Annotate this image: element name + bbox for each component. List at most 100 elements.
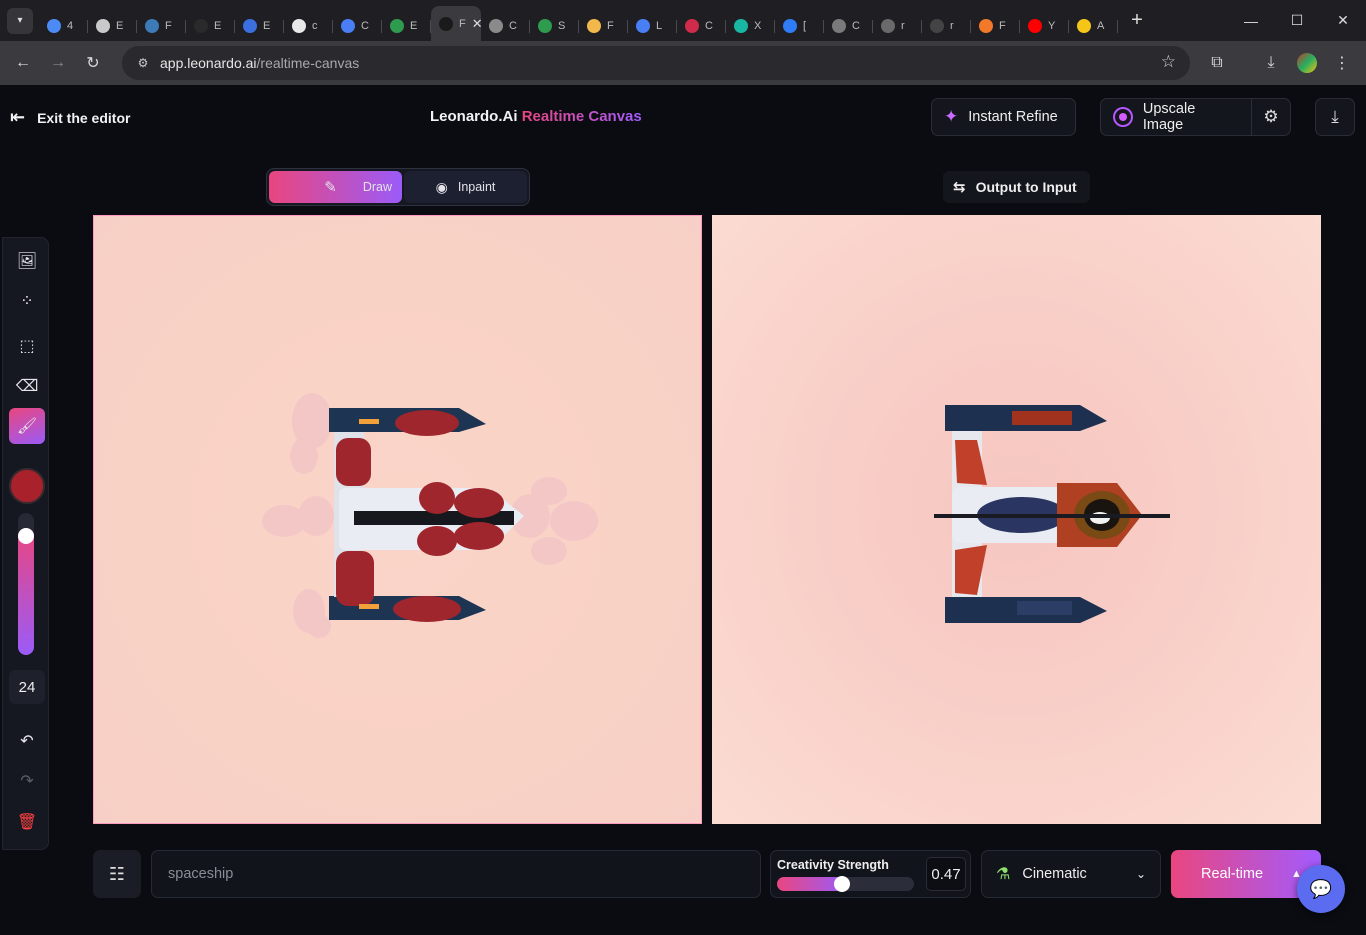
tab-title: C (852, 20, 860, 32)
inpaint-mode-tab[interactable]: ◉ Inpaint (404, 171, 527, 203)
browser-tab[interactable]: A (1069, 11, 1118, 41)
tab-title: E (214, 20, 222, 32)
select-box-icon: ⬚ (19, 338, 35, 355)
instant-refine-button[interactable]: ✦ Instant Refine (931, 98, 1076, 136)
creativity-strength-value[interactable]: 0.47 (926, 857, 966, 891)
brush-size-slider-fill (18, 528, 34, 655)
maximize-button[interactable]: ☐ (1274, 0, 1320, 41)
browser-tab[interactable]: E (382, 11, 431, 41)
address-bar[interactable]: ⚙ app.leonardo.ai/realtime-canvas ☆ (122, 46, 1190, 80)
exit-editor-button[interactable]: ⇤ Exit the editor (10, 107, 130, 128)
browser-tab[interactable]: E (88, 11, 137, 41)
support-chat-button[interactable]: 💬 (1297, 865, 1345, 913)
mode-switch: ✎ Draw ◉ Inpaint (266, 168, 530, 206)
chevron-down-icon: ▾ (17, 15, 23, 26)
browser-tab[interactable]: 4 (39, 11, 88, 41)
brush-size-slider-knob[interactable] (18, 528, 34, 545)
tab-favicon-icon (47, 19, 61, 33)
browser-tab[interactable]: S (530, 11, 579, 41)
reload-button[interactable]: ↻ (77, 47, 109, 79)
browser-menu-button[interactable]: ⋮ (1326, 47, 1358, 79)
browser-tab[interactable]: r (873, 11, 922, 41)
forward-button[interactable]: → (42, 47, 74, 79)
tab-title: X (754, 20, 762, 32)
site-info-icon[interactable]: ⚙ (130, 50, 156, 76)
tab-title: r (901, 20, 905, 32)
arrow-left-icon: ← (15, 54, 31, 71)
tab-favicon-icon (881, 19, 895, 33)
tab-favicon-icon (341, 19, 355, 33)
downloads-button[interactable]: ⤓ (1255, 47, 1287, 79)
browser-tab[interactable]: E (235, 11, 284, 41)
brush-size-slider[interactable] (18, 513, 34, 655)
download-image-button[interactable]: ⤓ (1315, 98, 1355, 136)
browser-tab[interactable]: F (971, 11, 1020, 41)
prompt-input[interactable]: spaceship (151, 850, 761, 898)
url-text[interactable]: app.leonardo.ai/realtime-canvas (160, 55, 359, 71)
clear-canvas-button[interactable]: 🗑 (9, 804, 45, 840)
minimize-button[interactable]: — (1228, 0, 1274, 41)
browser-tab[interactable]: r (922, 11, 971, 41)
tab-favicon-icon (587, 19, 601, 33)
tab-title: C (509, 20, 517, 32)
browser-tab[interactable]: C (677, 11, 726, 41)
tab-title: L (656, 20, 663, 32)
draw-mode-tab[interactable]: ✎ Draw (269, 171, 402, 203)
brush-color-swatch[interactable] (9, 468, 45, 504)
back-button[interactable]: ← (7, 47, 39, 79)
tab-favicon-icon (685, 19, 699, 33)
brush-tool[interactable]: 🖌 (9, 408, 45, 444)
tab-favicon-icon (930, 19, 944, 33)
brush-size-value[interactable]: 24 (9, 670, 45, 704)
tab-favicon-icon (783, 19, 797, 33)
sparkle-icon: ✦ (944, 107, 959, 126)
creativity-strength-slider[interactable] (777, 876, 914, 892)
output-to-input-label: Output to Input (975, 179, 1077, 195)
undo-button[interactable]: ↶ (9, 723, 45, 759)
browser-tab[interactable]: c (284, 11, 333, 41)
browser-tab[interactable]: C (481, 11, 530, 41)
redo-button[interactable]: ↷ (9, 763, 45, 799)
exit-arrow-icon: ⇤ (10, 107, 26, 127)
bookmark-star-icon[interactable]: ☆ (1161, 52, 1176, 72)
upscale-settings-button[interactable]: ⚙ (1251, 98, 1291, 136)
tab-search-button[interactable]: ▾ (7, 7, 33, 34)
undo-icon: ↶ (20, 733, 34, 750)
tab-favicon-icon (489, 19, 503, 33)
browser-tab[interactable]: E (186, 11, 235, 41)
browser-tab[interactable]: L (628, 11, 677, 41)
tab-favicon-icon (979, 19, 993, 33)
brush-icon: 🖌 (16, 418, 38, 435)
creativity-slider-knob[interactable] (833, 876, 850, 892)
tab-favicon-icon (194, 19, 208, 33)
exit-editor-label: Exit the editor (37, 109, 131, 126)
select-tool[interactable]: ⬚ (9, 328, 45, 364)
add-image-tool[interactable]: 🖼 (9, 243, 45, 279)
close-window-button[interactable]: ✕ (1320, 0, 1366, 41)
eraser-tool[interactable]: ⌫ (9, 368, 45, 404)
browser-tab[interactable]: [ (775, 11, 824, 41)
sliders-icon: ☷ (108, 863, 126, 884)
extensions-button[interactable]: ⧉ (1201, 47, 1233, 79)
output-image[interactable] (712, 215, 1321, 824)
browser-tab[interactable]: F (137, 11, 186, 41)
upscale-orbit-icon (1113, 107, 1133, 127)
gear-icon: ⚙ (1263, 107, 1279, 126)
browser-tab[interactable]: Y (1020, 11, 1069, 41)
output-to-input-button[interactable]: ⇆ Output to Input (943, 171, 1090, 203)
url-path: /realtime-canvas (256, 55, 360, 71)
profile-avatar[interactable] (1297, 53, 1317, 73)
generation-settings-button[interactable]: ☷ (93, 850, 141, 898)
browser-tab[interactable]: X (726, 11, 775, 41)
drawing-canvas[interactable] (93, 215, 702, 824)
browser-tab[interactable]: C (824, 11, 873, 41)
style-select[interactable]: ⚗ Cinematic ⌄ (981, 850, 1161, 898)
new-tab-button[interactable]: + (1124, 9, 1150, 32)
browser-tab[interactable]: F (579, 11, 628, 41)
creativity-strength-label: Creativity Strength (777, 858, 889, 872)
tab-title: A (1097, 20, 1105, 32)
upscale-image-button[interactable]: Upscale Image (1100, 98, 1252, 136)
browser-tab[interactable]: C (333, 11, 382, 41)
browser-tab[interactable]: F ✕ (431, 6, 483, 41)
add-object-tool[interactable]: ⁘ (9, 283, 45, 319)
